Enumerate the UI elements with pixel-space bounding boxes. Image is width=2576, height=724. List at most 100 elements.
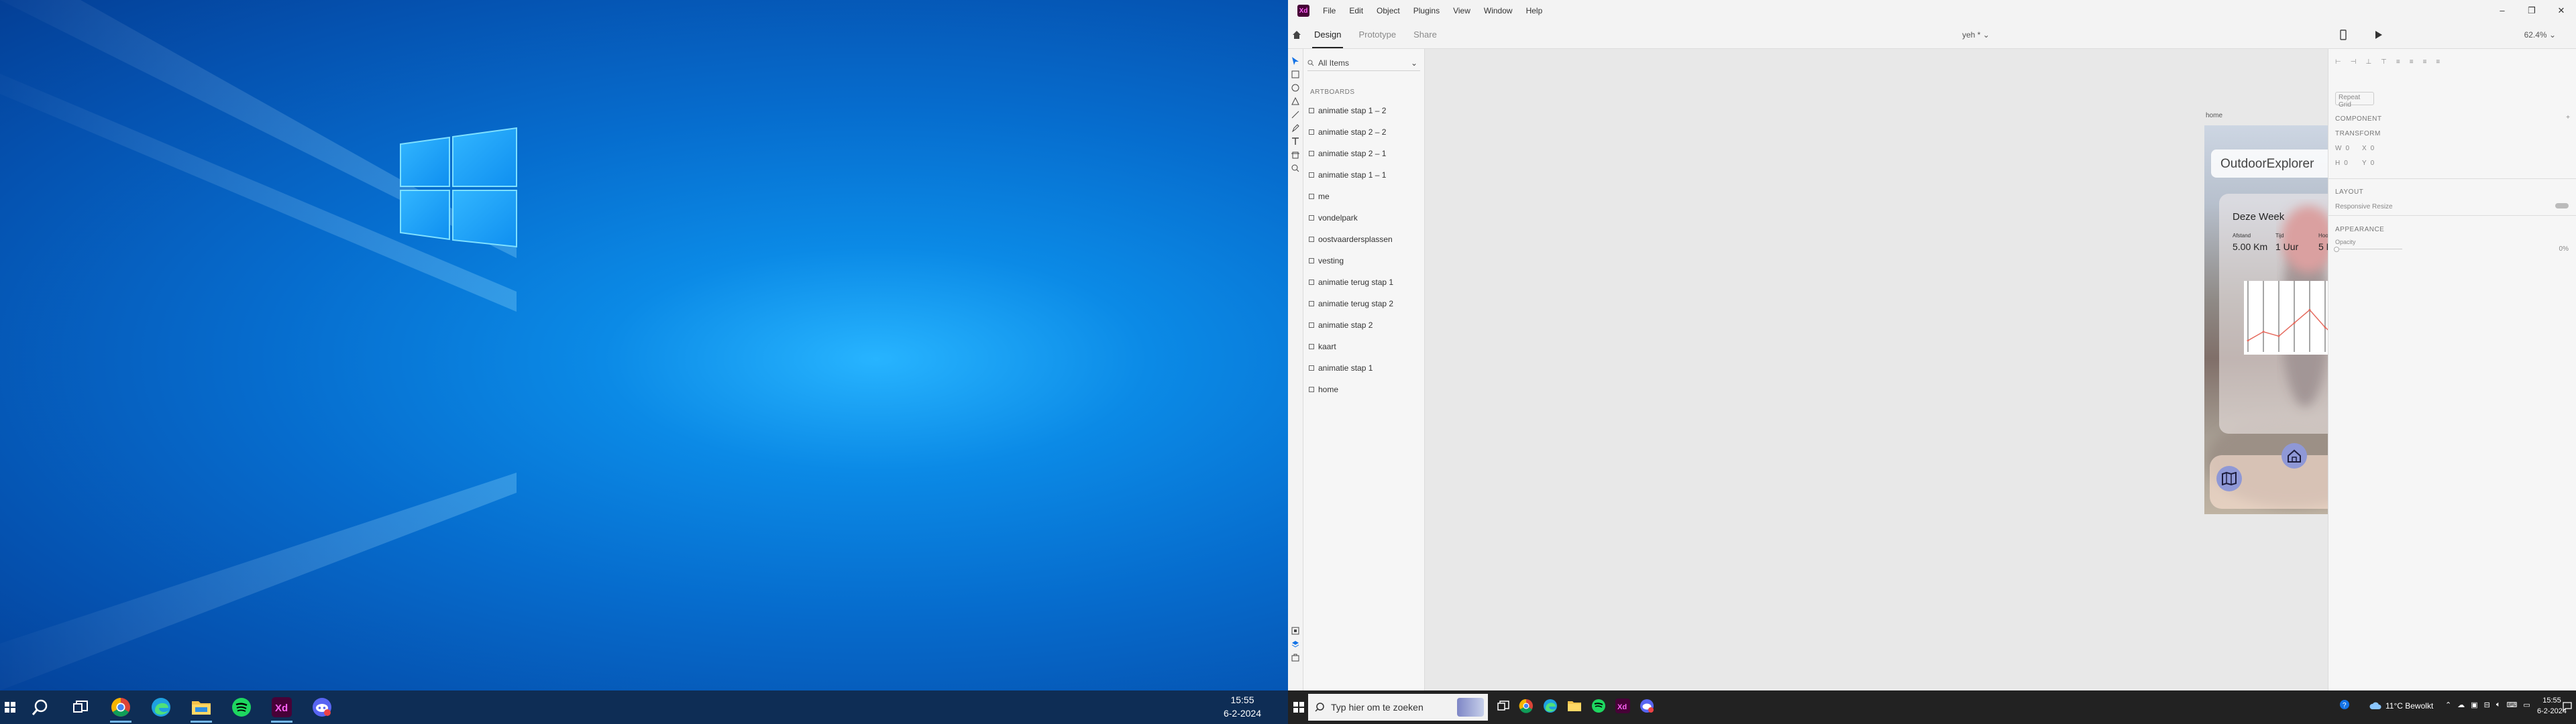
align-top-icon[interactable]: ≡: [2396, 58, 2400, 66]
align-bottom-icon[interactable]: ≡: [2423, 58, 2427, 66]
design-canvas[interactable]: [1425, 49, 2328, 690]
layers-search[interactable]: All Items ⌄: [1307, 56, 1420, 71]
layer-item[interactable]: animatie stap 1: [1303, 357, 1424, 379]
adobe-xd-icon[interactable]: Xd: [1615, 698, 1630, 717]
chevron-down-icon[interactable]: ⌄: [1411, 58, 1417, 68]
taskbar-search-bar[interactable]: Typ hier om te zoeken: [1308, 694, 1488, 721]
minimize-button[interactable]: –: [2487, 0, 2517, 21]
chrome-icon[interactable]: [101, 690, 141, 724]
chart-point: [2262, 330, 2265, 333]
language-icon[interactable]: ⌨︎: [2506, 701, 2517, 709]
edge-icon[interactable]: [141, 690, 181, 724]
layer-item[interactable]: animatie stap 1 – 1: [1303, 164, 1424, 186]
width-field[interactable]: W0: [2335, 145, 2349, 152]
tab-share[interactable]: Share: [1405, 21, 1446, 48]
home-icon[interactable]: [1288, 30, 1305, 40]
network-icon[interactable]: ⊟: [2484, 701, 2490, 709]
menu-object[interactable]: Object: [1370, 6, 1407, 15]
menu-view[interactable]: View: [1446, 6, 1477, 15]
maximize-button[interactable]: ❐: [2517, 0, 2546, 21]
layer-item[interactable]: vondelpark: [1303, 207, 1424, 229]
assets-icon[interactable]: [1290, 625, 1301, 636]
artboard-tool-icon[interactable]: [1290, 149, 1301, 160]
layer-item[interactable]: animatie stap 1 – 2: [1303, 100, 1424, 121]
repeat-grid-button[interactable]: Repeat Grid: [2335, 92, 2374, 109]
layer-item[interactable]: animatie terug stap 2: [1303, 293, 1424, 314]
display-icon[interactable]: ▭: [2523, 701, 2530, 709]
polygon-tool-icon[interactable]: [1290, 96, 1301, 107]
layer-item[interactable]: me: [1303, 186, 1424, 207]
layer-item[interactable]: vesting: [1303, 250, 1424, 272]
layer-item[interactable]: home: [1303, 379, 1424, 400]
layer-item[interactable]: animatie stap 2 – 1: [1303, 143, 1424, 164]
plugins-icon[interactable]: [1290, 652, 1301, 663]
chart-point: [2324, 326, 2326, 328]
tab-design[interactable]: Design: [1305, 21, 1350, 48]
task-view-icon[interactable]: [1497, 700, 1509, 715]
menu-file[interactable]: File: [1316, 6, 1342, 15]
edge-icon[interactable]: [1543, 699, 1558, 717]
document-name[interactable]: yeh * ⌄: [1962, 21, 1990, 48]
zoom-level[interactable]: 62.4% ⌄: [2524, 21, 2556, 48]
discord-icon[interactable]: [1640, 699, 1654, 717]
close-button[interactable]: ✕: [2546, 0, 2576, 21]
weather-widget[interactable]: 11°C Bewolkt: [2369, 701, 2433, 711]
layer-item[interactable]: animatie stap 2 – 2: [1303, 121, 1424, 143]
start-icon[interactable]: [0, 690, 20, 724]
add-component-icon[interactable]: +: [2566, 114, 2570, 121]
device-preview-icon[interactable]: [2340, 29, 2347, 42]
opacity-value[interactable]: 0%: [2559, 245, 2569, 253]
layer-item[interactable]: animatie terug stap 1: [1303, 272, 1424, 293]
onedrive-icon[interactable]: ☁: [2457, 701, 2465, 709]
responsive-resize-toggle[interactable]: [2555, 203, 2569, 208]
distribute-vertical-icon[interactable]: ≡: [2436, 58, 2440, 66]
spotify-icon[interactable]: [1591, 699, 1606, 717]
rectangle-tool-icon[interactable]: [1290, 69, 1301, 80]
x-field[interactable]: X0: [2362, 145, 2374, 152]
notification-icon[interactable]: [2563, 702, 2572, 715]
align-right-icon[interactable]: ⊥: [2365, 58, 2371, 66]
file-explorer-icon[interactable]: [1567, 700, 1582, 715]
distribute-icon[interactable]: ⊤: [2381, 58, 2387, 66]
select-tool-icon[interactable]: [1290, 56, 1301, 66]
help-icon[interactable]: ?: [2340, 700, 2349, 713]
text-tool-icon[interactable]: [1290, 136, 1301, 147]
discord-icon[interactable]: [302, 690, 342, 724]
adobe-xd-icon[interactable]: Xd: [262, 690, 302, 724]
pen-tool-icon[interactable]: [1290, 123, 1301, 133]
spotify-icon[interactable]: [221, 690, 262, 724]
align-center-icon[interactable]: ⊣: [2351, 58, 2357, 66]
menu-plugins[interactable]: Plugins: [1407, 6, 1446, 15]
layer-item-label: home: [1318, 385, 1339, 394]
start-icon[interactable]: [1293, 702, 1304, 713]
align-middle-icon[interactable]: ≡: [2410, 58, 2414, 66]
file-explorer-icon[interactable]: [181, 690, 221, 724]
height-field[interactable]: H0: [2335, 160, 2348, 167]
menu-help[interactable]: Help: [1519, 6, 1550, 15]
volume-icon[interactable]: 🔈︎: [2496, 701, 2501, 709]
layer-item[interactable]: oostvaardersplassen: [1303, 229, 1424, 250]
zoom-tool-icon[interactable]: [1290, 163, 1301, 174]
search-icon[interactable]: [20, 690, 60, 724]
menu-edit[interactable]: Edit: [1342, 6, 1370, 15]
artboard-label[interactable]: home: [2206, 112, 2222, 119]
task-view-icon[interactable]: [60, 690, 101, 724]
chevron-up-icon[interactable]: ⌃: [2445, 701, 2451, 709]
menu-window[interactable]: Window: [1477, 6, 1519, 15]
line-tool-icon[interactable]: [1290, 109, 1301, 120]
map-nav-button[interactable]: [2216, 466, 2242, 491]
play-preview-icon[interactable]: [2375, 30, 2383, 42]
layer-item[interactable]: kaart: [1303, 336, 1424, 357]
layers-icon[interactable]: [1290, 639, 1301, 650]
tab-prototype[interactable]: Prototype: [1350, 21, 1405, 48]
ellipse-tool-icon[interactable]: [1290, 82, 1301, 93]
align-left-icon[interactable]: ⊢: [2335, 58, 2341, 66]
layer-item[interactable]: animatie stap 2: [1303, 314, 1424, 336]
opacity-slider-handle[interactable]: [2334, 247, 2339, 252]
taskbar-clock[interactable]: 15:55 6-2-2024: [1224, 693, 1261, 720]
y-field[interactable]: Y0: [2362, 160, 2374, 167]
chart-point: [2247, 339, 2249, 342]
app-tray-icon[interactable]: ▣: [2471, 701, 2477, 709]
home-nav-button[interactable]: [2282, 443, 2307, 469]
chrome-icon[interactable]: [1519, 699, 1534, 717]
